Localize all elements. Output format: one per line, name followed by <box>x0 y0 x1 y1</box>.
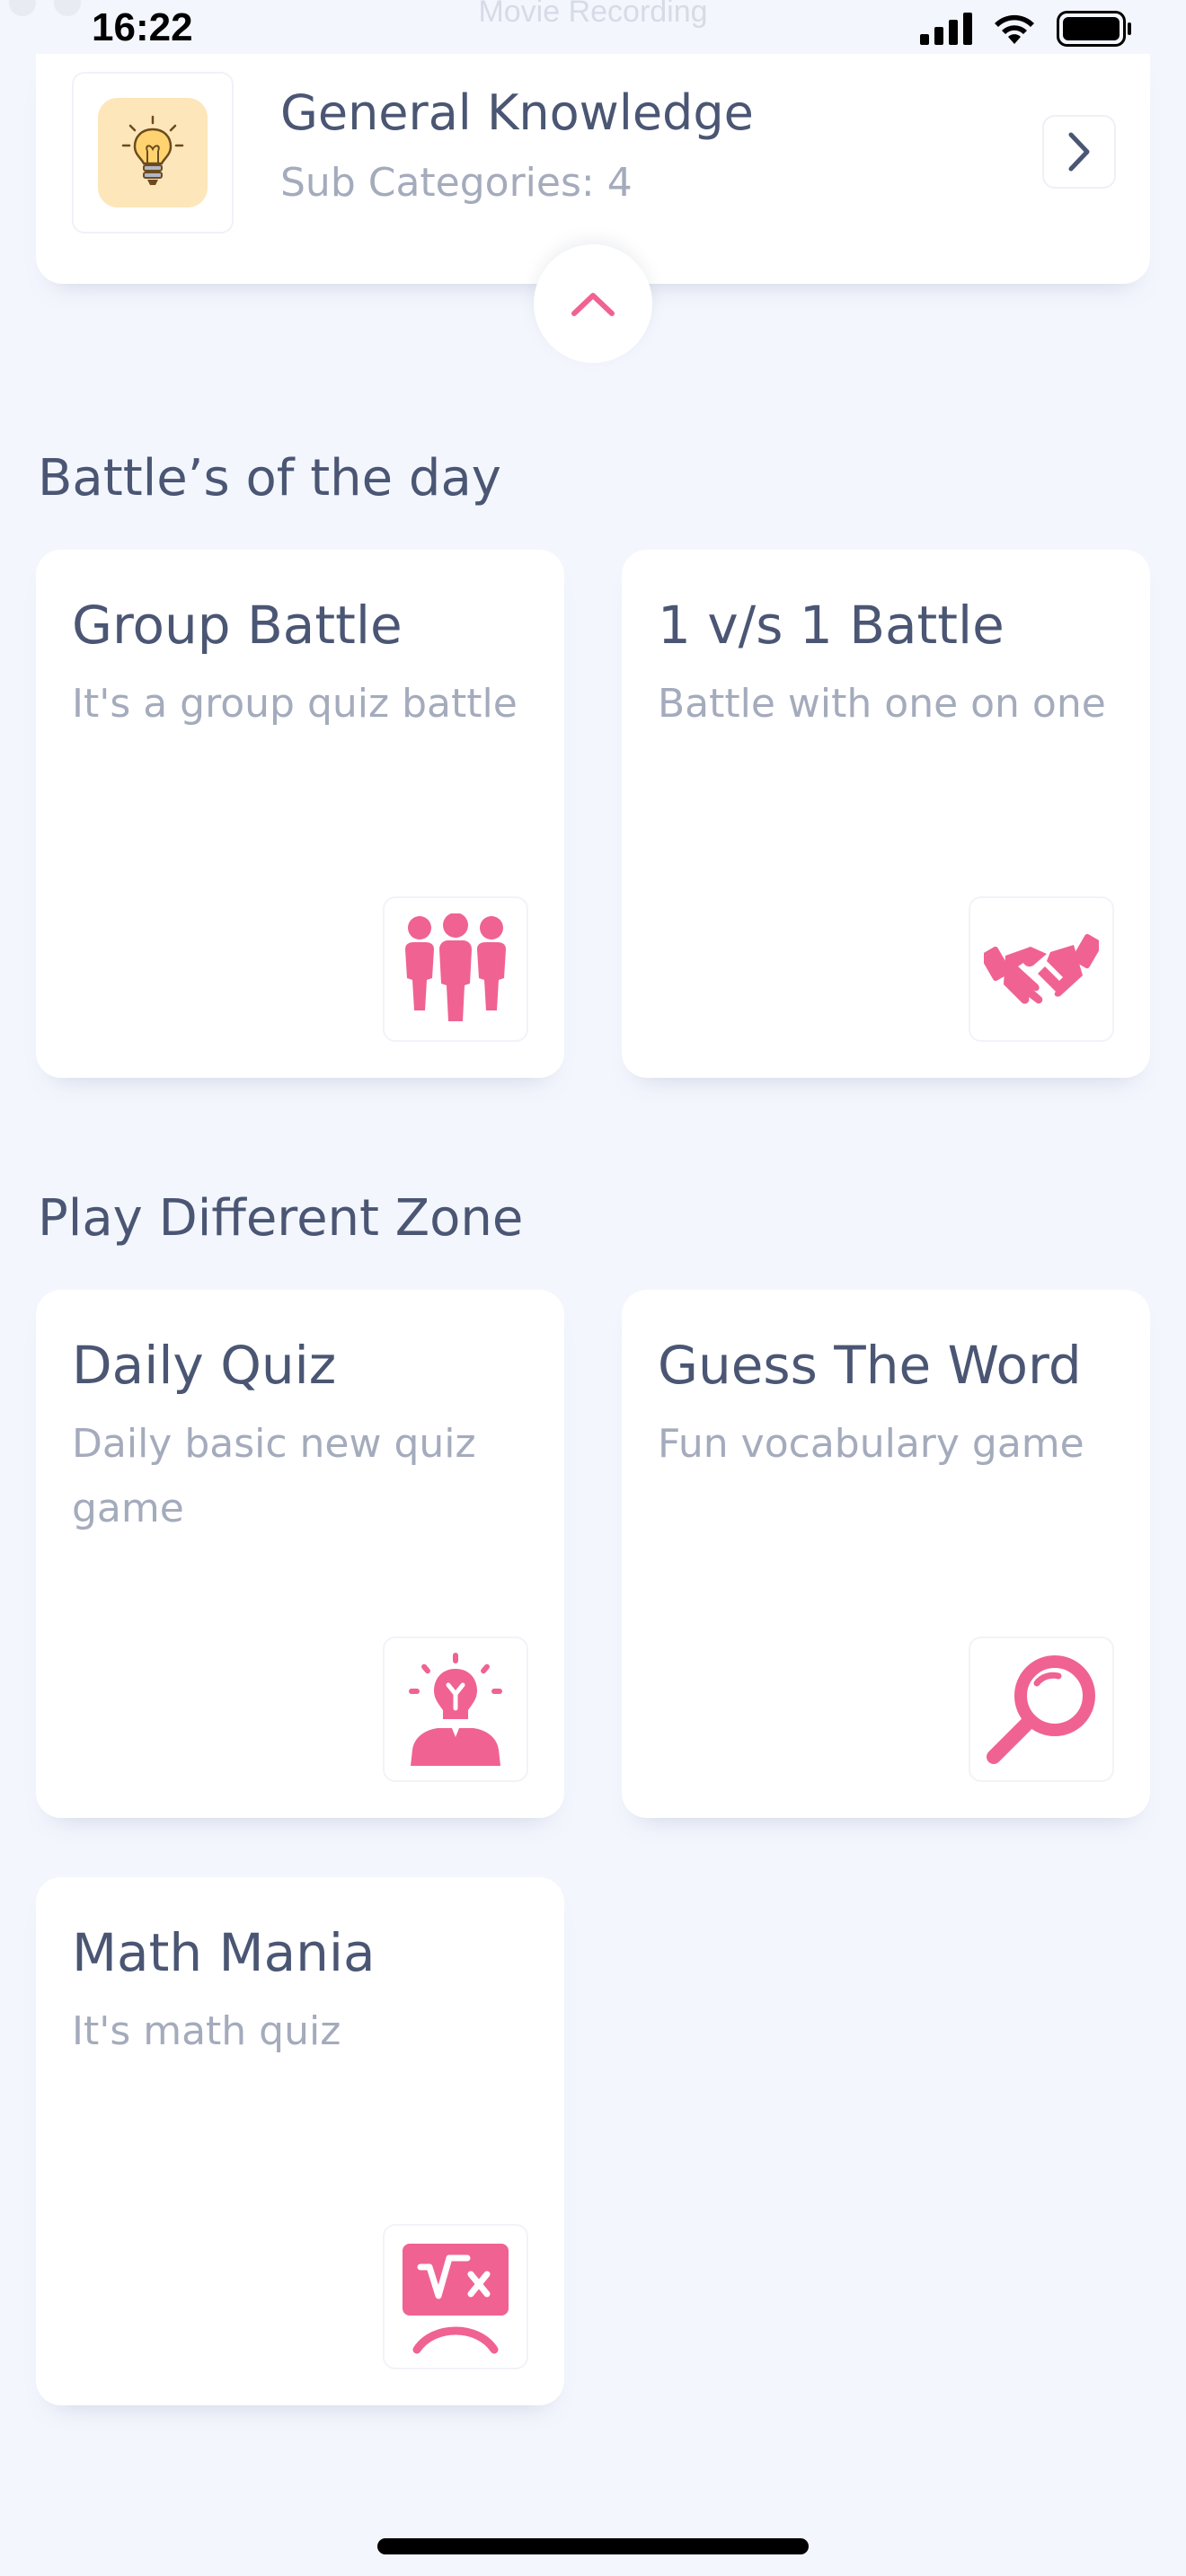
battery-icon <box>1057 11 1131 47</box>
tile-description: It's math quiz <box>72 2008 341 2054</box>
status-time: 16:22 <box>92 5 193 49</box>
math-board-icon <box>403 2244 509 2354</box>
group-icon <box>405 913 506 1021</box>
cellular-signal-icon <box>920 13 972 45</box>
lightbulb-icon <box>121 115 184 185</box>
chevron-up-icon <box>571 293 615 316</box>
tile-icon-box <box>383 896 528 1042</box>
wifi-icon <box>995 14 1034 44</box>
guess-the-word-tile[interactable]: Guess The Word Fun vocabulary game <box>622 1290 1150 1818</box>
tile-icon-box <box>969 1636 1114 1782</box>
tile-title: Guess The Word <box>658 1335 1082 1396</box>
tile-description: Fun vocabulary game <box>658 1421 1084 1467</box>
tile-description: Battle with one on one <box>658 681 1106 727</box>
one-vs-one-battle-tile[interactable]: 1 v/s 1 Battle Battle with one on one <box>622 550 1150 1078</box>
magnifier-icon <box>987 1655 1095 1764</box>
tile-description: Daily basic new quiz game <box>72 1421 476 1531</box>
tile-title: Daily Quiz <box>72 1335 337 1396</box>
collapse-button[interactable] <box>534 244 652 363</box>
group-battle-tile[interactable]: Group Battle It's a group quiz battle <box>36 550 564 1078</box>
tile-title: 1 v/s 1 Battle <box>658 595 1005 656</box>
math-mania-tile[interactable]: Math Mania It's math quiz <box>36 1877 564 2405</box>
tile-title: Math Mania <box>72 1922 376 1983</box>
handshake-icon <box>984 933 1099 1004</box>
tile-description: It's a group quiz battle <box>72 681 518 727</box>
battles-section-title: Battle’s of the day <box>38 449 501 507</box>
category-thumbnail <box>72 72 234 234</box>
category-title: General Knowledge <box>280 84 754 141</box>
category-subtitle: Sub Categories: 4 <box>280 160 633 206</box>
chevron-right-icon <box>1068 132 1090 172</box>
tile-icon-box <box>383 2224 528 2369</box>
idea-person-icon <box>409 1653 502 1766</box>
daily-quiz-tile[interactable]: Daily Quiz Daily basic new quiz game <box>36 1290 564 1818</box>
tile-title: Group Battle <box>72 595 403 656</box>
tile-icon-box <box>383 1636 528 1782</box>
zones-section-title: Play Different Zone <box>38 1189 524 1248</box>
open-category-button[interactable] <box>1042 115 1116 189</box>
status-icons <box>920 11 1132 47</box>
home-indicator[interactable] <box>377 2538 809 2554</box>
tile-icon-box <box>969 896 1114 1042</box>
